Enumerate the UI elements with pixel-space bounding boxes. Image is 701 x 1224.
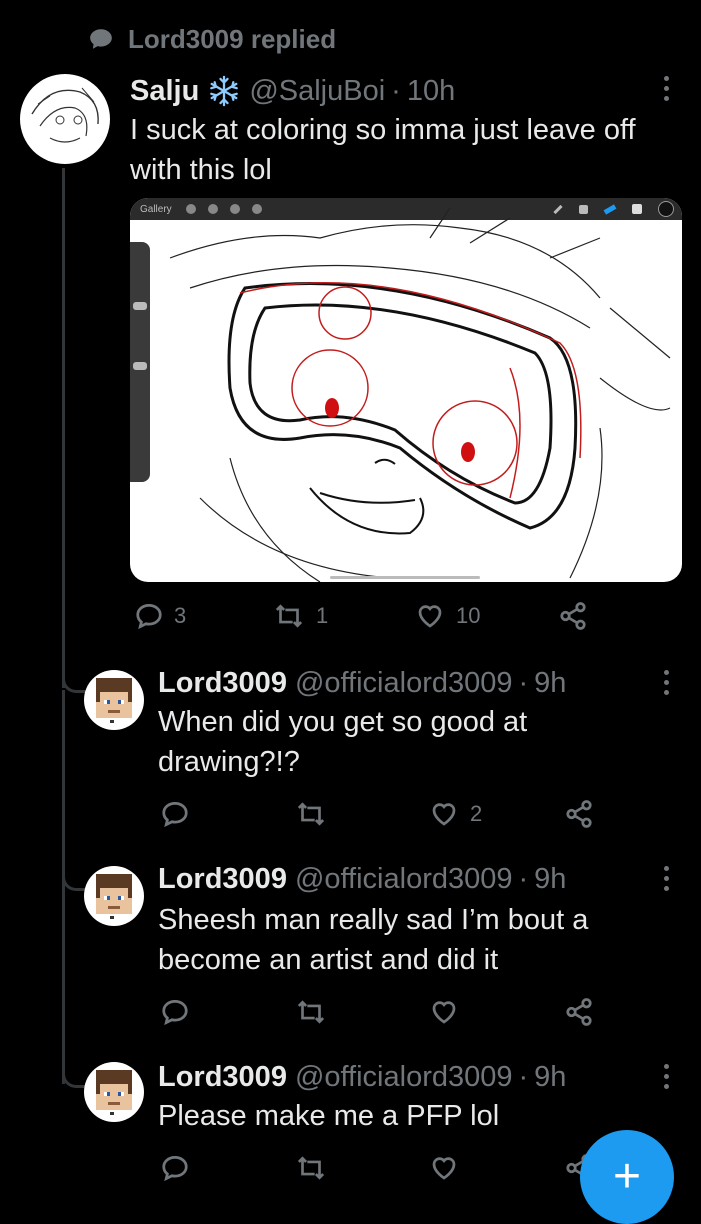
minecraft-avatar-image xyxy=(96,874,132,919)
retweet-icon xyxy=(297,1000,325,1024)
handle[interactable]: @officialord3009 xyxy=(295,1061,513,1094)
snowflake-icon xyxy=(210,75,239,107)
like-button[interactable] xyxy=(428,996,460,1028)
avatar[interactable] xyxy=(20,74,110,164)
share-icon xyxy=(566,998,592,1026)
goggles-sketch-drawing xyxy=(169,207,671,582)
retweet-icon xyxy=(297,1156,325,1180)
display-name[interactable]: Salju xyxy=(130,75,199,108)
share-button[interactable] xyxy=(564,996,594,1028)
like-count: 10 xyxy=(456,603,481,628)
heart-icon xyxy=(432,803,456,826)
speech-bubble-icon xyxy=(90,29,112,49)
handle[interactable]: @officialord3009 xyxy=(295,863,513,896)
replied-label: Lord3009 replied xyxy=(128,23,337,54)
heart-icon xyxy=(432,1157,456,1180)
heart-icon xyxy=(432,1001,456,1024)
more-options-icon[interactable] xyxy=(664,866,670,891)
reply-icon xyxy=(136,603,162,630)
reply-icon xyxy=(162,801,188,828)
retweet-button[interactable] xyxy=(294,1152,328,1184)
thread-connector xyxy=(62,640,87,693)
separator: · xyxy=(518,862,529,895)
retweet-icon xyxy=(297,802,325,826)
tweet-text: I suck at coloring so imma just leave of… xyxy=(130,114,636,186)
tweet-text: Sheesh man really sad I’m bout a become … xyxy=(158,904,589,976)
share-button[interactable] xyxy=(564,798,594,830)
retweet-icon xyxy=(275,604,303,628)
like-button[interactable]: 10 xyxy=(414,600,480,632)
minecraft-avatar-image xyxy=(96,1070,132,1115)
avatar[interactable] xyxy=(84,670,144,730)
reply-count: 3 xyxy=(174,603,187,628)
tweet-media[interactable]: Gallery xyxy=(130,198,682,582)
tweet-header: Salju @SaljuBoi · 10h xyxy=(130,72,455,110)
timestamp[interactable]: 9h xyxy=(534,863,566,896)
plus-icon: + xyxy=(612,1150,642,1203)
share-icon xyxy=(566,800,592,828)
retweet-count: 1 xyxy=(316,603,329,628)
heart-icon xyxy=(418,605,442,628)
tweet-header: Lord3009 @officialord3009 · 9h xyxy=(158,1058,566,1096)
retweet-button[interactable] xyxy=(294,798,328,830)
timestamp[interactable]: 9h xyxy=(534,1061,566,1094)
share-icon xyxy=(560,602,586,630)
like-button[interactable] xyxy=(428,1152,460,1184)
avatar[interactable] xyxy=(84,866,144,926)
display-name[interactable]: Lord3009 xyxy=(158,667,287,700)
separator: · xyxy=(391,74,401,107)
more-options-icon[interactable] xyxy=(664,1064,670,1089)
like-count: 2 xyxy=(470,801,483,826)
tweet-header: Lord3009 @officialord3009 · 9h xyxy=(158,664,566,702)
retweet-button[interactable] xyxy=(294,996,328,1028)
more-options-icon[interactable] xyxy=(664,76,670,101)
reply-button[interactable]: 3 xyxy=(134,600,186,632)
separator: · xyxy=(518,666,529,699)
thread-connector xyxy=(62,840,87,891)
tweet-text: When did you get so good at drawing?!? xyxy=(158,706,528,778)
reply-icon xyxy=(162,999,188,1026)
share-button[interactable] xyxy=(558,600,588,632)
sketch-avatar-image xyxy=(31,87,99,143)
timestamp[interactable]: 9h xyxy=(534,667,566,700)
avatar[interactable] xyxy=(84,1062,144,1122)
reply-button[interactable] xyxy=(160,1152,190,1184)
reply-button[interactable] xyxy=(160,996,190,1028)
reply-icon xyxy=(162,1155,188,1182)
handle[interactable]: @SaljuBoi xyxy=(249,75,385,108)
social-context[interactable]: Lord3009 replied xyxy=(88,22,336,56)
retweet-button[interactable]: 1 xyxy=(272,600,328,632)
more-options-icon[interactable] xyxy=(664,670,670,695)
minecraft-avatar-image xyxy=(96,678,132,723)
timestamp[interactable]: 10h xyxy=(407,75,455,108)
reply-button[interactable] xyxy=(160,798,190,830)
like-button[interactable]: 2 xyxy=(428,798,482,830)
tweet-text: Please make me a PFP lol xyxy=(158,1100,500,1132)
separator: · xyxy=(518,1060,529,1093)
compose-button[interactable]: + xyxy=(580,1130,674,1224)
thread-line xyxy=(62,168,65,688)
thread-connector xyxy=(62,1035,87,1088)
handle[interactable]: @officialord3009 xyxy=(295,667,513,700)
display-name[interactable]: Lord3009 xyxy=(158,863,287,896)
display-name[interactable]: Lord3009 xyxy=(158,1061,287,1094)
tweet-header: Lord3009 @officialord3009 · 9h xyxy=(158,860,566,898)
